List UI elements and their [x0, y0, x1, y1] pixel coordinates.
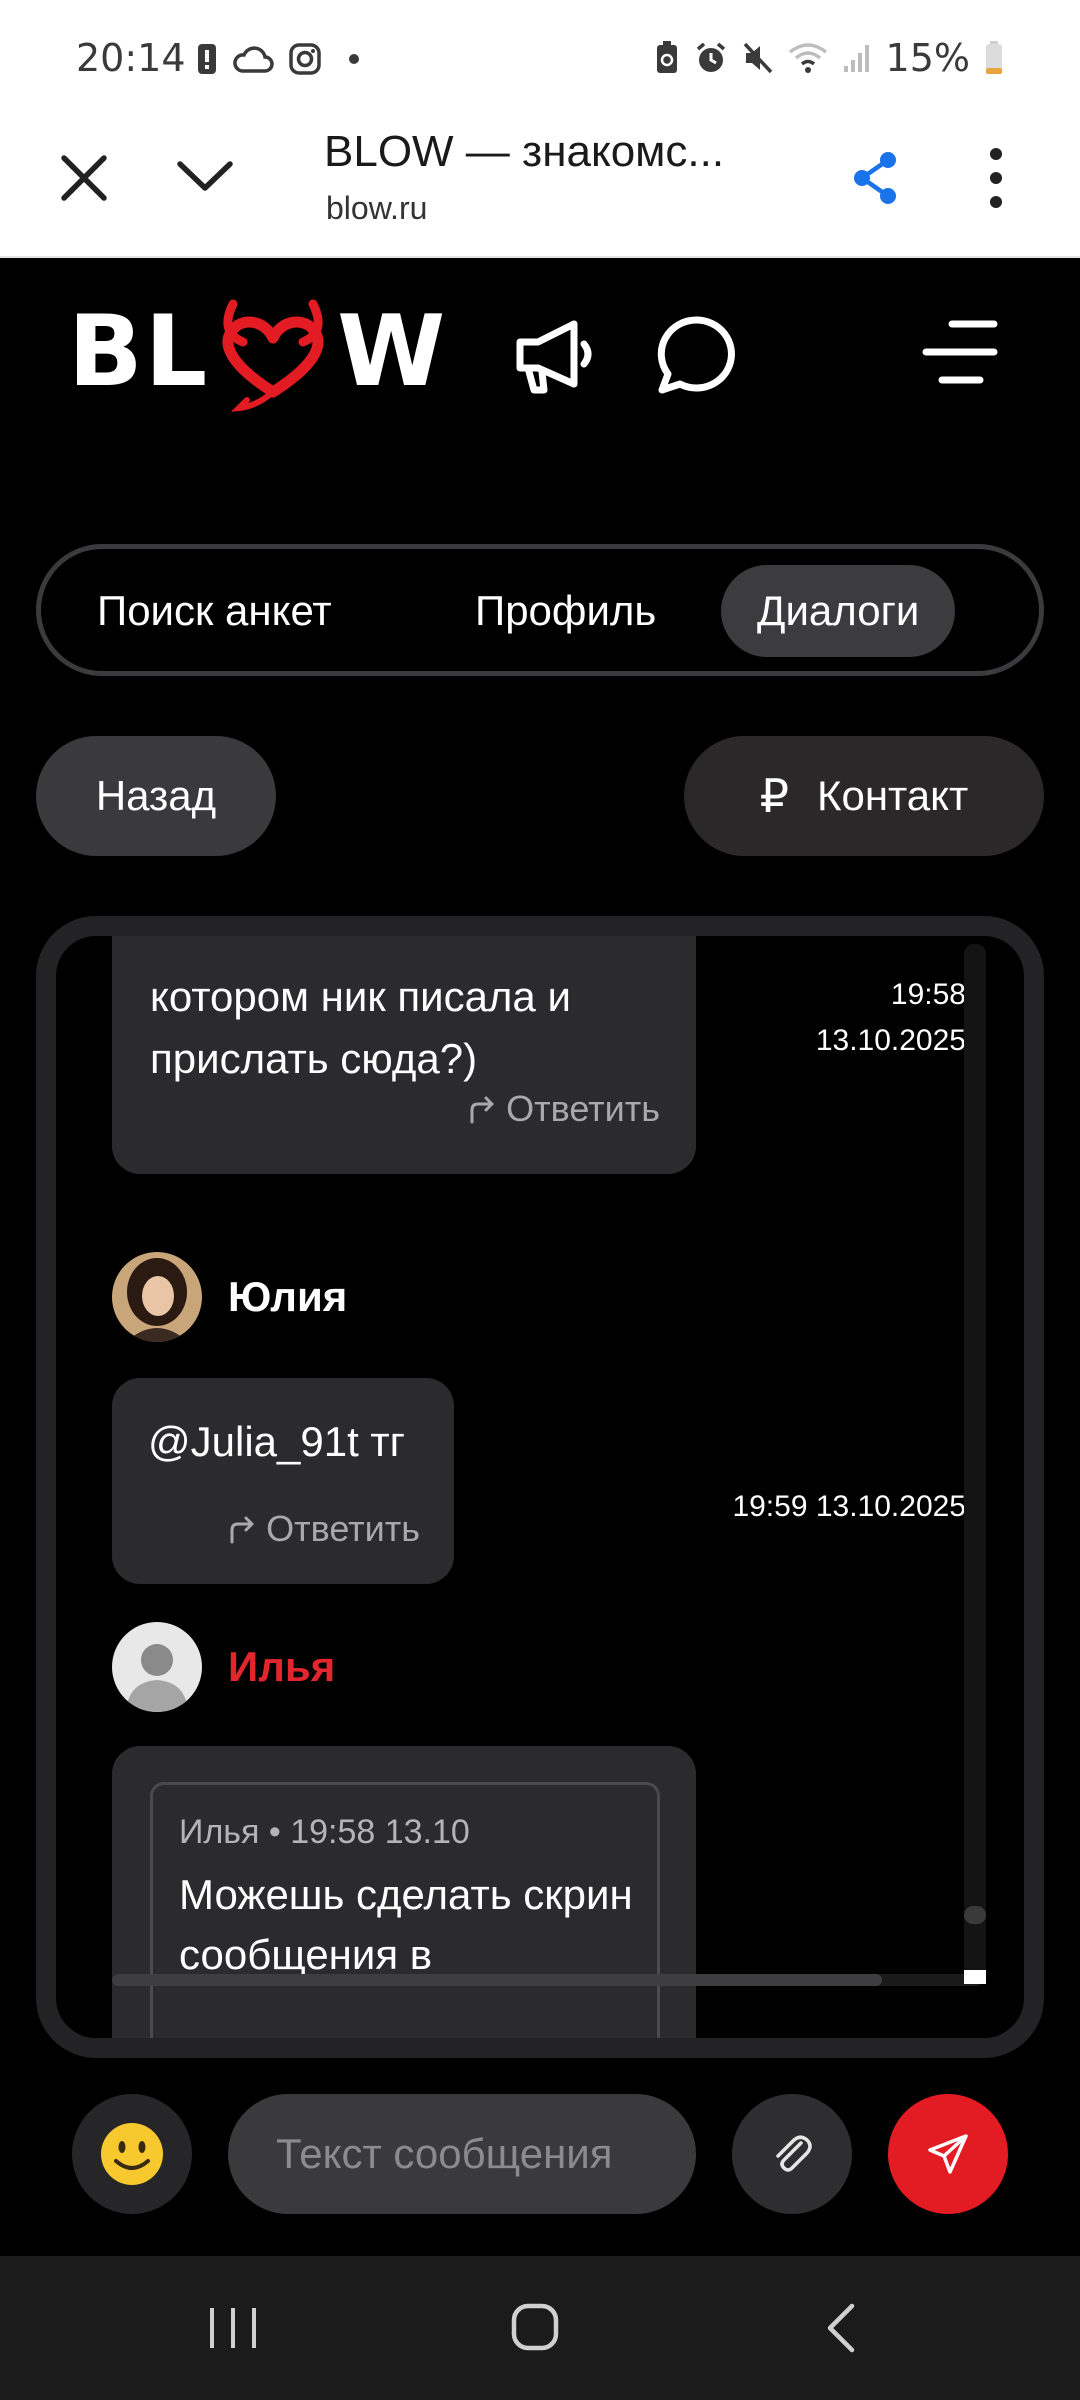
- alarm-icon: [696, 42, 725, 72]
- ruble-icon: ₽: [759, 770, 790, 822]
- avatar[interactable]: [112, 1252, 202, 1342]
- vertical-scrollbar[interactable]: [964, 944, 986, 1980]
- devil-heart-icon: [222, 299, 324, 412]
- avatar[interactable]: [112, 1622, 202, 1712]
- quoted-message[interactable]: Илья • 19:58 13.10 Можешь сделать скрин …: [150, 1782, 660, 2038]
- message-text: @Julia_91t тг: [148, 1418, 405, 1465]
- wifi-icon: [788, 43, 827, 73]
- reply-button[interactable]: Ответить: [226, 1508, 420, 1550]
- reply-arrow-icon: [230, 1516, 254, 1544]
- share-icon[interactable]: [850, 150, 900, 206]
- battery-saver-icon: [656, 41, 677, 73]
- tab-profile[interactable]: Профиль: [439, 565, 692, 657]
- blow-logo[interactable]: BL W: [68, 292, 447, 412]
- battery-icon: [986, 41, 1002, 74]
- reply-button[interactable]: Ответить: [466, 1088, 660, 1130]
- cloud-icon: [233, 46, 274, 73]
- recents-icon[interactable]: [206, 2304, 260, 2352]
- status-left-icons: [196, 42, 366, 76]
- horizontal-scroll-thumb[interactable]: [112, 1974, 882, 1986]
- home-icon[interactable]: [510, 2302, 560, 2352]
- status-bar: 20:14 15%: [0, 0, 1080, 110]
- status-right-icons: 15%: [654, 36, 1004, 80]
- vertical-scroll-thumb[interactable]: [964, 1906, 986, 1924]
- logo-text-right: W: [337, 295, 448, 409]
- menu-icon[interactable]: [922, 318, 998, 386]
- attach-button[interactable]: [732, 2094, 852, 2214]
- message-author[interactable]: Юлия: [112, 1252, 347, 1342]
- message-text: котором ник писала и прислать сюда?): [150, 973, 571, 1082]
- message-timestamp: 19:59 13.10.2025: [732, 1490, 966, 1523]
- message-input[interactable]: [228, 2094, 696, 2214]
- message-author[interactable]: Илья: [112, 1622, 335, 1712]
- smiley-icon: [101, 2123, 163, 2185]
- send-button[interactable]: [888, 2094, 1008, 2214]
- megaphone-icon[interactable]: [512, 316, 596, 396]
- send-icon: [928, 2134, 968, 2174]
- mute-icon: [743, 42, 772, 74]
- message-list[interactable]: котором ник писала и прислать сюда?) Отв…: [56, 936, 1024, 2038]
- reply-arrow-icon: [470, 1096, 494, 1124]
- paperclip-icon: [776, 2135, 812, 2172]
- more-vert-icon[interactable]: [984, 146, 1008, 210]
- default-user-icon: [112, 1622, 202, 1712]
- author-name: Илья: [228, 1643, 336, 1690]
- quote-text: Можешь сделать скрин сообщения в: [179, 1871, 633, 1978]
- tab-search-profiles[interactable]: Поиск анкет: [61, 565, 368, 657]
- chevron-down-icon[interactable]: [174, 156, 236, 196]
- emoji-button[interactable]: [72, 2094, 192, 2214]
- chat-window: котором ник писала и прислать сюда?) Отв…: [36, 916, 1044, 2058]
- alert-icon: [198, 44, 216, 74]
- contact-button-label: Контакт: [817, 772, 969, 819]
- browser-url[interactable]: blow.ru: [326, 190, 427, 227]
- message-bubble: @Julia_91t тг Ответить: [112, 1378, 454, 1584]
- chat-bubble-icon[interactable]: [656, 314, 738, 396]
- reply-label: Ответить: [266, 1508, 420, 1549]
- instagram-icon: [289, 43, 321, 75]
- contact-button[interactable]: ₽ Контакт: [684, 736, 1044, 856]
- android-nav-bar: [0, 2256, 1080, 2400]
- browser-toolbar: BLOW — знакомс... blow.ru: [0, 110, 1080, 258]
- message-bubble: Илья • 19:58 13.10 Можешь сделать скрин …: [112, 1746, 696, 2038]
- reply-label: Ответить: [506, 1088, 660, 1129]
- message-timestamp: 19:58 13.10.2025: [815, 978, 966, 1057]
- dot-icon: [349, 54, 359, 64]
- quote-meta: Илья • 19:58 13.10: [179, 1813, 470, 1851]
- battery-percent: 15%: [885, 36, 970, 80]
- user-photo: [112, 1252, 202, 1342]
- back-icon[interactable]: [822, 2302, 858, 2354]
- tab-dialogs[interactable]: Диалоги: [721, 565, 956, 657]
- author-name: Юлия: [228, 1273, 348, 1320]
- browser-page-title: BLOW — знакомс...: [324, 127, 725, 176]
- message-bubble: котором ник писала и прислать сюда?) Отв…: [112, 936, 696, 1174]
- main-tabs: Поиск анкет Профиль Диалоги: [36, 544, 1044, 676]
- scroll-corner: [964, 1970, 986, 1984]
- close-icon[interactable]: [56, 150, 112, 206]
- back-button[interactable]: Назад: [36, 736, 276, 856]
- signal-icon: [843, 45, 869, 72]
- status-time: 20:14: [76, 36, 186, 80]
- logo-text-left: BL: [68, 295, 210, 409]
